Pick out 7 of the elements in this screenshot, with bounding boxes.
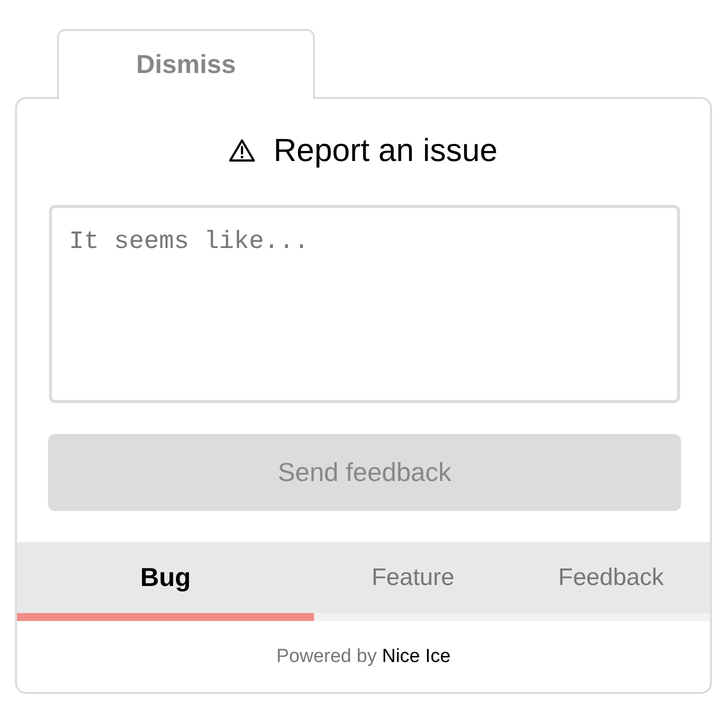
warning-icon [229, 138, 256, 162]
nice-ice-link[interactable]: Nice Ice [382, 646, 451, 666]
dialog-title: Report an issue [273, 131, 498, 170]
powered-by-text: Powered by Nice Ice [276, 646, 451, 668]
dismiss-tab[interactable]: Dismiss [57, 29, 315, 99]
category-tab[interactable]: Bug [17, 542, 314, 621]
message-field[interactable]: It seems like... [49, 205, 680, 403]
